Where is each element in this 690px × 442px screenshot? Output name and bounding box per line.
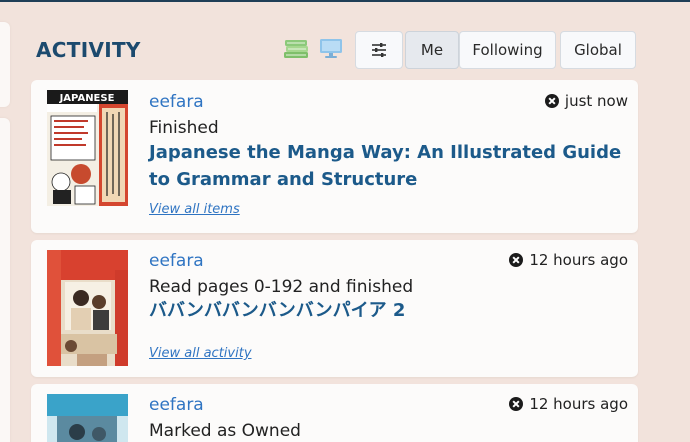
activity-time: 12 hours ago [509, 251, 628, 269]
activity-timestamp: 12 hours ago [529, 251, 628, 269]
svg-text:JAPANESE: JAPANESE [59, 93, 115, 104]
activity-timestamp: just now [564, 92, 628, 110]
activity-username[interactable]: eefara [149, 92, 204, 112]
activity-username[interactable]: eefara [149, 395, 204, 415]
view-all-items-link[interactable]: View all items [149, 202, 240, 217]
monitor-icon[interactable] [318, 36, 344, 60]
close-circle-icon[interactable] [544, 94, 559, 108]
activity-card: eefara 12 hours ago Read pages 0-192 and… [31, 240, 638, 377]
activity-action: Finished [149, 118, 219, 138]
activity-heading: ACTIVITY [36, 38, 141, 62]
activity-action: Marked as Owned [149, 421, 301, 441]
books-stack-icon[interactable] [283, 38, 309, 60]
filter-settings-button[interactable] [355, 31, 403, 69]
book-title-link[interactable]: ババンババンバンバンパイア 2 [149, 297, 609, 324]
activity-action: Read pages 0-192 and finished [149, 277, 414, 297]
left-panel-bottom [0, 118, 10, 442]
close-circle-icon[interactable] [509, 397, 524, 411]
book-cover-image[interactable]: JAPANESE [47, 90, 128, 206]
activity-username[interactable]: eefara [149, 251, 204, 271]
filter-global-button[interactable]: Global [560, 31, 636, 69]
filter-me-button[interactable]: Me [405, 31, 459, 69]
book-title-link[interactable]: Japanese the Manga Way: An Illustrated G… [149, 139, 629, 193]
activity-timestamp: 12 hours ago [529, 395, 628, 413]
top-border [0, 0, 690, 2]
book-cover-image[interactable] [47, 250, 128, 366]
left-panel-top [0, 22, 10, 107]
filter-following-button[interactable]: Following [459, 31, 556, 69]
view-all-activity-link[interactable]: View all activity [149, 346, 252, 361]
activity-card: eefara 12 hours ago Marked as Owned [31, 384, 638, 442]
activity-time: just now [544, 92, 628, 110]
sliders-icon [372, 43, 386, 57]
activity-card: JAPANESE eefara just now Finished Japane… [31, 80, 638, 233]
activity-time: 12 hours ago [509, 395, 628, 413]
book-cover-image[interactable] [47, 394, 128, 442]
close-circle-icon[interactable] [509, 253, 524, 267]
